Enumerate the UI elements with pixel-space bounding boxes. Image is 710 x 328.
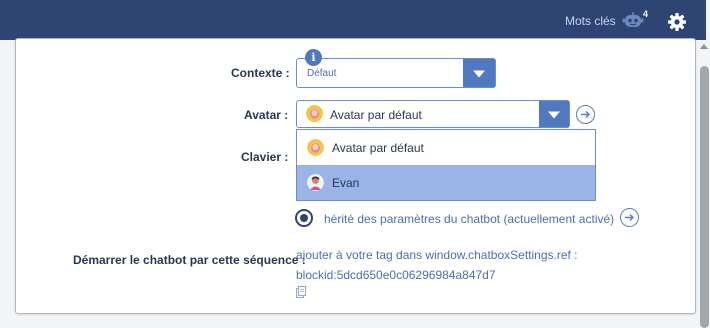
evan-avatar-icon: [307, 174, 324, 191]
copy-icon[interactable]: [296, 286, 306, 298]
start-sequence-instruction: ajouter à votre tag dans window.chatboxS…: [296, 248, 578, 262]
avatar-dropdown-list: Avatar par défaut Evan: [296, 129, 596, 201]
avatar-label: Avatar :: [244, 108, 289, 122]
context-select-value: Défaut: [307, 68, 337, 79]
keywords-link[interactable]: Mots clés: [565, 14, 616, 28]
avatar-select-value: Avatar par défaut: [330, 108, 422, 122]
robot-icon[interactable]: [622, 11, 644, 29]
keyboard-label: Clavier :: [241, 150, 289, 164]
arrow-right-circle-icon[interactable]: [576, 105, 595, 124]
chevron-down-icon[interactable]: [539, 101, 569, 127]
keyboard-inherit-label: hérité des paramètres du chatbot (actuel…: [324, 212, 615, 226]
keywords-count-badge: 4: [643, 9, 649, 19]
arrow-right-circle-icon[interactable]: [620, 208, 639, 227]
default-avatar-icon: [307, 139, 324, 156]
info-icon[interactable]: i: [305, 49, 322, 66]
keyboard-inherit-radio[interactable]: [295, 209, 313, 227]
start-sequence-label: Démarrer le chatbot par cette séquence :: [73, 253, 306, 267]
avatar-select[interactable]: Avatar par défaut: [296, 100, 570, 128]
avatar-option-label: Avatar par défaut: [332, 141, 424, 155]
gear-icon[interactable]: [667, 12, 687, 32]
avatar-option-selected[interactable]: Evan: [297, 165, 595, 200]
default-avatar-icon: [306, 105, 323, 122]
context-select[interactable]: Défaut: [296, 58, 496, 88]
context-label: Contexte :: [231, 66, 290, 80]
avatar-option[interactable]: Avatar par défaut: [297, 130, 595, 165]
scroll-up-arrow[interactable]: [700, 44, 708, 49]
scrollbar-thumb[interactable]: [700, 66, 709, 328]
avatar-option-label: Evan: [332, 176, 360, 190]
chevron-down-icon[interactable]: [463, 59, 495, 87]
blockid-text: blockid:5dcd650e0c06296984a847d7: [296, 268, 496, 282]
